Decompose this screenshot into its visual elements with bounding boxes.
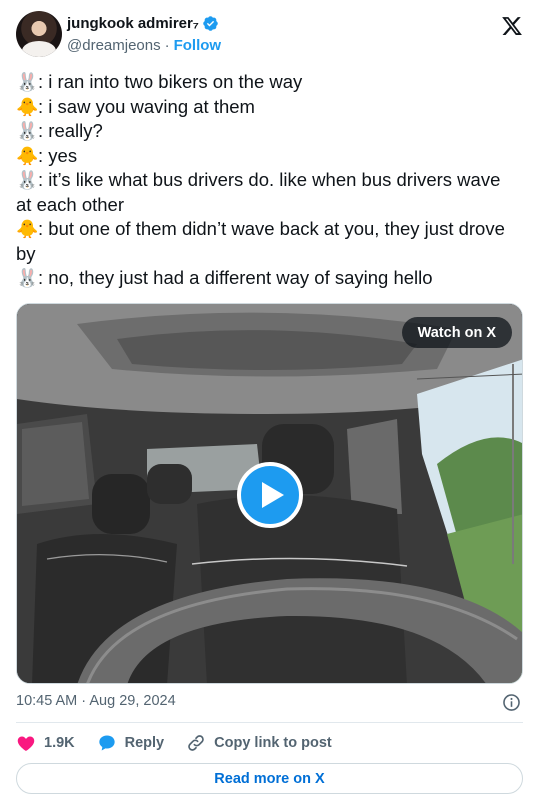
dialogue-line: 🐰: really? [16, 119, 516, 144]
x-logo-icon[interactable] [501, 15, 523, 37]
dialogue-text: : it’s like what bus drivers do. like wh… [16, 169, 501, 215]
reply-label: Reply [124, 735, 165, 751]
dialogue-line: 🐥: but one of them didn’t wave back at y… [16, 217, 516, 266]
link-icon [188, 735, 204, 751]
author-name-row: jungkook admirer₇ [67, 15, 219, 32]
post-header: jungkook admirer₇ @dreamjeons · Follow [16, 11, 523, 61]
dialogue-text: : i saw you waving at them [38, 95, 255, 117]
dialogue-text: : really? [38, 120, 103, 141]
copy-link-label: Copy link to post [214, 735, 332, 751]
baby-chick-emoji: 🐥 [16, 145, 39, 166]
read-more-button[interactable]: Read more on X [16, 763, 523, 794]
like-button[interactable]: 1.9K [16, 733, 75, 753]
post-time: 10:45 AM [16, 693, 78, 709]
play-button[interactable] [237, 462, 303, 528]
post-text: 🐰: i ran into two bikers on the way 🐥: i… [16, 70, 516, 291]
timestamp-separator: · [81, 693, 87, 709]
dialogue-line: 🐰: no, they just had a different way of … [16, 266, 516, 291]
author-avatar[interactable] [16, 11, 62, 57]
heart-icon [17, 736, 35, 751]
embedded-post-card: jungkook admirer₇ @dreamjeons · Follow 🐰… [0, 0, 539, 810]
handle-separator: · [164, 37, 170, 54]
dialogue-text: : but one of them didn’t wave back at yo… [16, 218, 505, 264]
dialogue-line: 🐥: i saw you waving at them [16, 95, 516, 120]
speech-bubble-icon [98, 735, 115, 751]
dialogue-line: 🐥: yes [16, 144, 516, 169]
rabbit-face-emoji: 🐰 [16, 170, 39, 190]
author-handle[interactable]: @dreamjeons [67, 37, 161, 54]
reply-button[interactable]: Reply [97, 733, 165, 753]
watch-on-x-button[interactable]: Watch on X [401, 317, 512, 348]
rabbit-face-emoji: 🐰 [16, 121, 39, 141]
verified-badge-icon [203, 16, 218, 31]
dialogue-text: : yes [38, 144, 78, 166]
play-icon [262, 482, 284, 508]
dialogue-line: 🐰: i ran into two bikers on the way [16, 70, 516, 95]
baby-chick-emoji: 🐥 [16, 219, 39, 239]
follow-link[interactable]: Follow [174, 37, 222, 54]
video-player[interactable]: Watch on X [16, 303, 523, 684]
copy-link-button[interactable]: Copy link to post [186, 733, 332, 753]
dialogue-text: : i ran into two bikers on the way [38, 71, 303, 92]
author-handle-row: @dreamjeons · Follow [67, 37, 221, 54]
post-timestamp[interactable]: 10:45 AM · Aug 29, 2024 [16, 693, 176, 709]
baby-chick-emoji: 🐥 [16, 96, 39, 117]
divider [16, 722, 523, 723]
rabbit-face-emoji: 🐰 [16, 72, 39, 92]
post-date: Aug 29, 2024 [89, 693, 176, 709]
info-icon[interactable] [502, 693, 521, 712]
author-display-name[interactable]: jungkook admirer₇ [67, 15, 199, 32]
dialogue-text: : no, they just had a different way of s… [38, 267, 433, 288]
like-count: 1.9K [44, 735, 75, 751]
post-actions: 1.9K Reply Copy link to post [16, 732, 354, 754]
rabbit-face-emoji: 🐰 [16, 268, 39, 288]
dialogue-line: 🐰: it’s like what bus drivers do. like w… [16, 168, 516, 217]
